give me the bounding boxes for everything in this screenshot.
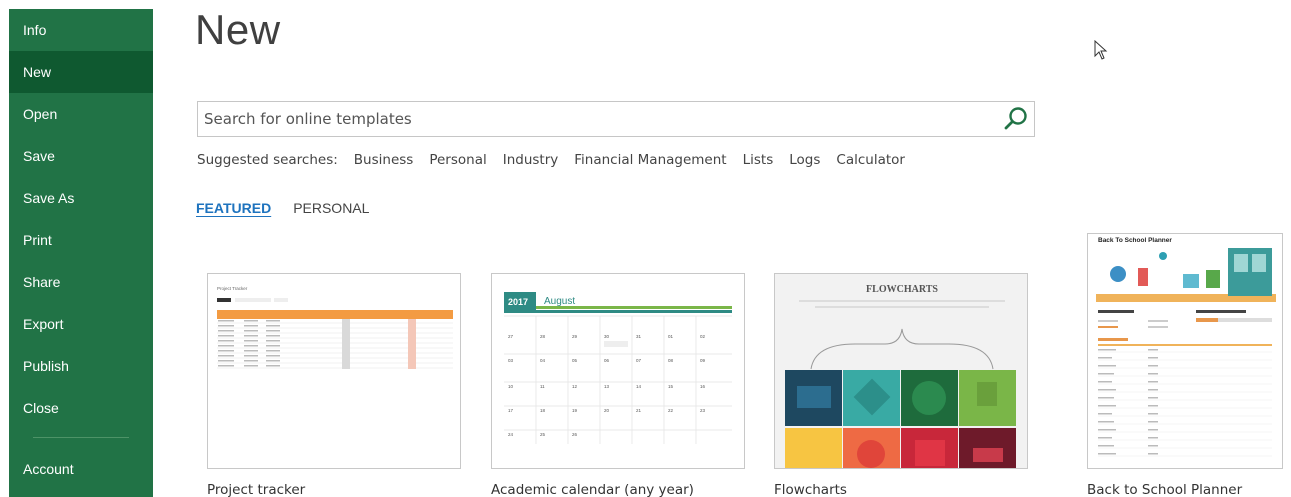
suggested-searches: Suggested searches: Business Personal In… xyxy=(197,152,921,168)
svg-text:30: 30 xyxy=(604,334,610,339)
svg-text:10: 10 xyxy=(508,384,514,389)
template-thumbnail: Back To School Planner xyxy=(1087,233,1283,469)
nav-print[interactable]: Print xyxy=(9,219,153,261)
svg-text:01: 01 xyxy=(668,334,674,339)
svg-text:18: 18 xyxy=(540,408,546,413)
template-thumbnail: FLOWCHARTS xyxy=(774,273,1028,469)
preview-title: FLOWCHARTS xyxy=(866,284,938,295)
template-name: Project tracker xyxy=(207,482,306,497)
template-name: Flowcharts xyxy=(774,482,847,497)
template-name: Academic calendar (any year) xyxy=(491,482,694,497)
template-thumbnail: 2017 August 27 28 29 30 31 01 02 03 04 05 06 07 08 0… xyxy=(491,273,745,469)
suggested-calculator[interactable]: Calculator xyxy=(836,152,905,168)
suggested-financial-management[interactable]: Financial Management xyxy=(574,152,726,168)
svg-text:11: 11 xyxy=(540,384,545,389)
svg-text:24: 24 xyxy=(508,432,514,437)
svg-text:03: 03 xyxy=(508,358,514,363)
svg-text:22: 22 xyxy=(668,408,674,413)
main-panel: New Suggested searches: Business Persona… xyxy=(153,0,1291,497)
calendar-preview: 2017 August 27 28 29 30 31 01 02 03 04 05 06 07 08 0… xyxy=(504,292,732,444)
nav-publish[interactable]: Publish xyxy=(9,345,153,387)
svg-text:21: 21 xyxy=(636,408,642,413)
template-search-box xyxy=(197,101,1035,137)
search-button[interactable] xyxy=(998,102,1034,136)
svg-text:23: 23 xyxy=(700,408,706,413)
flowcharts-preview: FLOWCHARTS xyxy=(785,284,1016,468)
svg-text:06: 06 xyxy=(604,358,610,363)
svg-text:14: 14 xyxy=(636,384,642,389)
nav-save[interactable]: Save xyxy=(9,135,153,177)
svg-text:26: 26 xyxy=(572,432,578,437)
svg-text:25: 25 xyxy=(540,432,546,437)
nav-export[interactable]: Export xyxy=(9,303,153,345)
template-thumbnail: Project Tracker xyxy=(207,273,461,469)
nav-info[interactable]: Info xyxy=(9,9,153,51)
preview-month: August xyxy=(544,296,575,307)
svg-text:19: 19 xyxy=(572,408,578,413)
backstage-sidebar: Info New Open Save Save As Print Share E… xyxy=(9,9,153,497)
template-card-project-tracker[interactable]: Project Tracker Project tracker xyxy=(207,273,461,497)
nav-save-as[interactable]: Save As xyxy=(9,177,153,219)
nav-account[interactable]: Account xyxy=(9,448,153,490)
svg-text:05: 05 xyxy=(572,358,578,363)
page-title: New xyxy=(195,6,281,53)
svg-text:12: 12 xyxy=(572,384,578,389)
nav-share[interactable]: Share xyxy=(9,261,153,303)
template-card-flowcharts[interactable]: FLOWCHARTS Flowcharts xyxy=(774,273,1028,497)
svg-text:31: 31 xyxy=(636,334,642,339)
svg-text:17: 17 xyxy=(508,408,514,413)
svg-text:15: 15 xyxy=(668,384,674,389)
suggested-business[interactable]: Business xyxy=(354,152,414,168)
template-tabs: FEATURED PERSONAL xyxy=(196,200,369,216)
suggested-industry[interactable]: Industry xyxy=(503,152,559,168)
search-icon xyxy=(1004,107,1027,130)
template-search-input[interactable] xyxy=(198,102,998,136)
template-card-back-to-school-planner[interactable]: Back To School Planner Back to School Pl… xyxy=(1087,233,1283,497)
mouse-cursor-icon xyxy=(1094,40,1108,60)
preview-year: 2017 xyxy=(508,297,528,307)
nav-new[interactable]: New xyxy=(9,51,153,93)
suggested-personal[interactable]: Personal xyxy=(429,152,486,168)
svg-text:07: 07 xyxy=(636,358,642,363)
planner-preview: Back To School Planner xyxy=(1096,237,1276,457)
nav-open[interactable]: Open xyxy=(9,93,153,135)
preview-title: Project Tracker xyxy=(217,286,248,291)
tab-featured[interactable]: FEATURED xyxy=(196,200,271,216)
nav-close[interactable]: Close xyxy=(9,387,153,429)
svg-text:16: 16 xyxy=(700,384,706,389)
project-tracker-preview: Project Tracker xyxy=(217,286,453,369)
template-name: Back to School Planner xyxy=(1087,482,1243,497)
preview-title: Back To School Planner xyxy=(1098,237,1172,244)
svg-text:09: 09 xyxy=(700,358,706,363)
suggested-logs[interactable]: Logs xyxy=(789,152,820,168)
svg-text:08: 08 xyxy=(668,358,674,363)
svg-text:13: 13 xyxy=(604,384,610,389)
nav-divider xyxy=(33,437,129,438)
svg-text:29: 29 xyxy=(572,334,578,339)
suggested-label: Suggested searches: xyxy=(197,152,338,168)
template-card-academic-calendar[interactable]: 2017 August 27 28 29 30 31 01 02 03 04 05 06 07 08 0… xyxy=(491,273,745,497)
svg-text:04: 04 xyxy=(540,358,546,363)
svg-text:27: 27 xyxy=(508,334,514,339)
svg-text:20: 20 xyxy=(604,408,610,413)
tab-personal[interactable]: PERSONAL xyxy=(293,200,369,216)
suggested-lists[interactable]: Lists xyxy=(743,152,774,168)
svg-text:28: 28 xyxy=(540,334,546,339)
svg-text:02: 02 xyxy=(700,334,706,339)
